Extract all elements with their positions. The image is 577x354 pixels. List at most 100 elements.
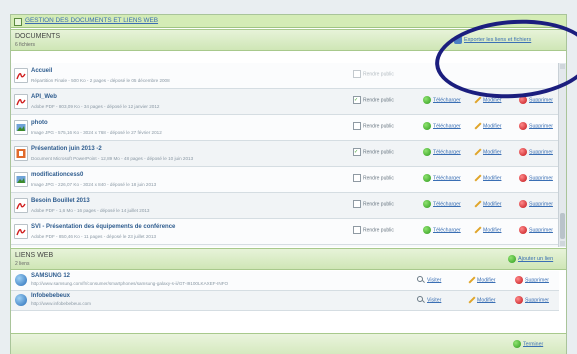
document-name[interactable]: Accueil (31, 68, 52, 74)
delete-button-label: Supprimer (529, 175, 553, 182)
documents-scrollbar[interactable] (558, 63, 566, 247)
make-public-checkbox[interactable]: Rendre public (353, 122, 394, 130)
link-url[interactable]: http://www.infobebebeux.com (31, 301, 91, 306)
download-icon (423, 200, 431, 208)
checkbox-box[interactable]: ✓ (353, 148, 361, 156)
finish-icon (513, 340, 521, 348)
delete-button-label: Supprimer (529, 227, 553, 234)
download-button[interactable]: Télécharger (423, 226, 461, 234)
download-button-label: Télécharger (433, 175, 461, 182)
download-button[interactable]: Télécharger (423, 122, 461, 130)
document-row: modificationcess0 Image JPG - 226,07 Ko -… (11, 167, 559, 193)
download-button[interactable]: Télécharger (423, 200, 461, 208)
download-button[interactable]: Télécharger (423, 174, 461, 182)
make-public-checkbox[interactable]: ✓ Rendre public (353, 96, 394, 104)
link-name[interactable]: Infobebebeux (31, 293, 70, 299)
make-public-checkbox[interactable]: Rendre public (353, 226, 394, 234)
edit-button[interactable]: Modifier (473, 148, 501, 156)
edit-button-label: Modifier (483, 123, 502, 130)
document-name[interactable]: photo (31, 120, 48, 126)
make-public-checkbox[interactable]: Rendre public (353, 174, 394, 182)
download-icon (423, 96, 431, 104)
add-link-icon[interactable] (508, 255, 516, 263)
edit-button-label: Modifier (477, 277, 496, 284)
links-count: 2 liens (15, 261, 30, 267)
pencil-icon (473, 174, 481, 182)
edit-button-label: Modifier (483, 97, 502, 104)
main-title[interactable]: GESTION DES DOCUMENTS ET LIENS WEB (25, 17, 158, 24)
checkbox-box[interactable] (353, 174, 361, 182)
collapse-icon[interactable] (14, 18, 22, 26)
pdf-icon (14, 94, 28, 109)
visit-button[interactable]: Visiter (417, 276, 441, 284)
delete-button[interactable]: Supprimer (519, 174, 553, 182)
delete-button[interactable]: Supprimer (519, 122, 553, 130)
links-list: SAMSUNG 12 http://www.samsung.com/fr/cons… (11, 271, 559, 311)
make-public-checkbox[interactable]: ✓ Rendre public (353, 148, 394, 156)
scroll-thumb[interactable] (560, 213, 565, 239)
make-public-checkbox[interactable]: Rendre public (353, 70, 394, 78)
magnifier-icon (417, 276, 425, 284)
download-button-label: Télécharger (433, 227, 461, 234)
download-button[interactable]: Télécharger (423, 96, 461, 104)
add-link-button[interactable]: Ajouter un lien (518, 256, 553, 262)
make-public-label: Rendre public (363, 71, 394, 78)
links-header: LIENS WEB 2 liens Ajouter un lien (11, 248, 566, 270)
document-name[interactable]: modificationcess0 (31, 172, 83, 178)
edit-button[interactable]: Modifier (473, 226, 501, 234)
make-public-checkbox[interactable]: Rendre public (353, 200, 394, 208)
download-button-label: Télécharger (433, 149, 461, 156)
pencil-icon (473, 200, 481, 208)
delete-button-label: Supprimer (529, 123, 553, 130)
delete-button[interactable]: Supprimer (519, 200, 553, 208)
delete-button[interactable]: Supprimer (519, 148, 553, 156)
document-name[interactable]: API_Web (31, 94, 57, 100)
magnifier-icon (417, 296, 425, 304)
checkbox-box[interactable] (353, 226, 361, 234)
link-url[interactable]: http://www.samsung.com/fr/consumer/smart… (31, 281, 228, 286)
delete-button[interactable]: Supprimer (515, 276, 549, 284)
download-icon (423, 174, 431, 182)
document-details: Adobe PDF - 803,09 Ko - 34 pages - dépos… (31, 104, 160, 109)
download-button-label: Télécharger (433, 123, 461, 130)
finish-button[interactable]: Terminer (513, 340, 543, 348)
scroll-down-arrow[interactable] (560, 241, 565, 246)
document-name[interactable]: Présentation juin 2013 -2 (31, 146, 102, 152)
delete-button[interactable]: Supprimer (519, 226, 553, 234)
pencil-icon (473, 148, 481, 156)
edit-button-label: Modifier (483, 201, 502, 208)
delete-button-label: Supprimer (529, 201, 553, 208)
document-name[interactable]: SVI - Présentation des équipements de co… (31, 224, 175, 230)
pencil-icon (473, 226, 481, 234)
links-title: LIENS WEB (15, 252, 54, 259)
edit-button[interactable]: Modifier (473, 174, 501, 182)
checkbox-box[interactable] (353, 70, 361, 78)
checkbox-box[interactable]: ✓ (353, 96, 361, 104)
edit-button-label: Modifier (483, 149, 502, 156)
document-row: photo Image JPG - 575,16 Ko - 3024 x 768 … (11, 115, 559, 141)
visit-button-label: Visiter (427, 277, 442, 284)
delete-icon (515, 276, 523, 284)
delete-icon (519, 148, 527, 156)
image-icon (14, 172, 28, 187)
document-name[interactable]: Besoin Bouillet 2013 (31, 198, 90, 204)
edit-button[interactable]: Modifier (467, 276, 495, 284)
delete-button[interactable]: Supprimer (515, 296, 549, 304)
document-details: Répartition Finale - 500 Ko - 2 pages - … (31, 78, 170, 83)
make-public-label: Rendre public (363, 175, 394, 182)
download-button[interactable]: Télécharger (423, 148, 461, 156)
visit-button[interactable]: Visiter (417, 296, 441, 304)
checkbox-box[interactable] (353, 122, 361, 130)
pencil-icon (473, 122, 481, 130)
link-name[interactable]: SAMSUNG 12 (31, 273, 70, 279)
make-public-label: Rendre public (363, 227, 394, 234)
edit-button[interactable]: Modifier (467, 296, 495, 304)
edit-button[interactable]: Modifier (473, 200, 501, 208)
pdf-icon (14, 198, 28, 213)
edit-button[interactable]: Modifier (473, 122, 501, 130)
delete-button-label: Supprimer (525, 297, 549, 304)
checkbox-box[interactable] (353, 200, 361, 208)
documents-count: 6 fichiers (15, 42, 36, 48)
pencil-icon (467, 296, 475, 304)
link-row: SAMSUNG 12 http://www.samsung.com/fr/cons… (11, 271, 559, 291)
